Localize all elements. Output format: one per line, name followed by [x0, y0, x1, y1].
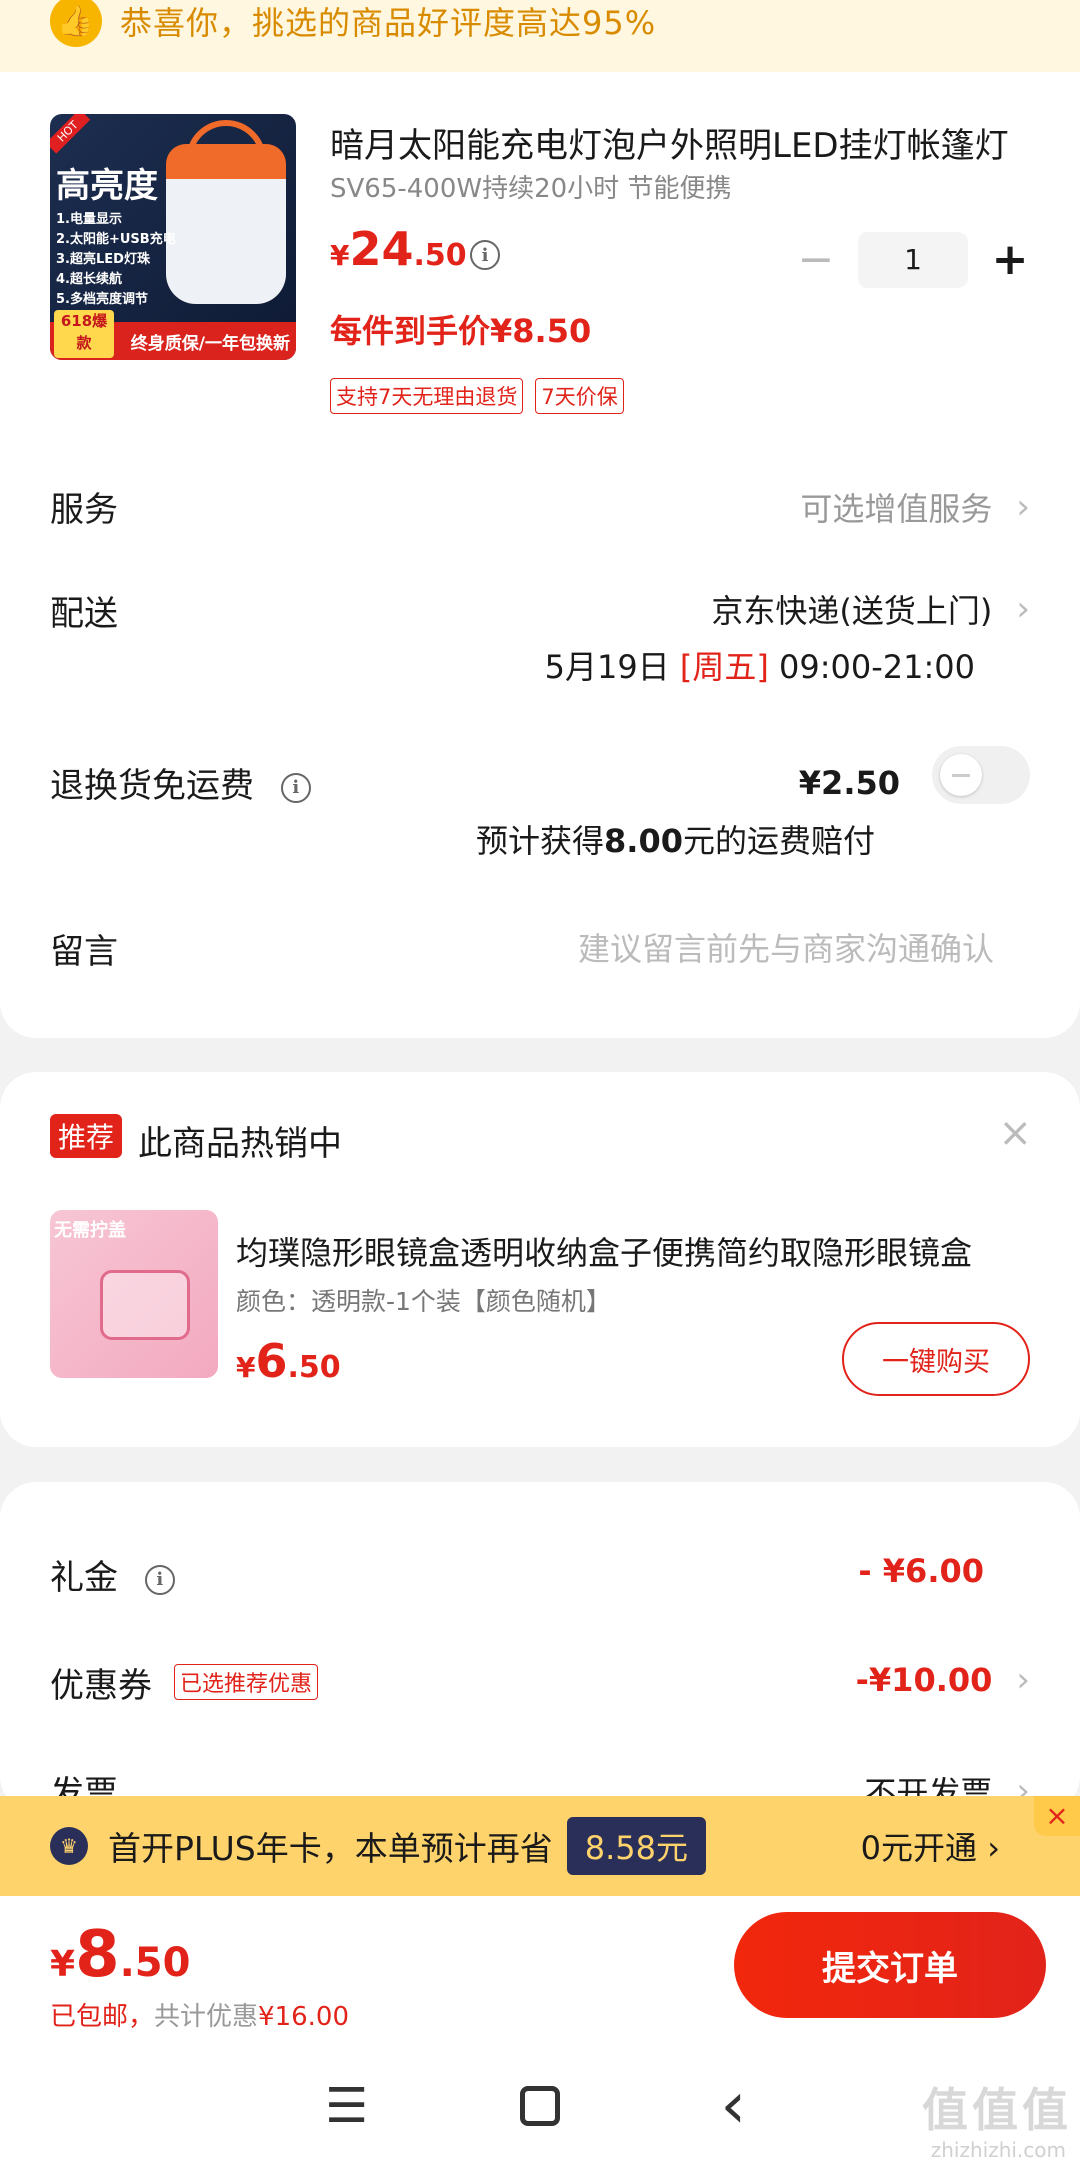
chevron-right-icon: ›	[1016, 589, 1030, 629]
gift-value: - ¥6.00	[858, 1552, 984, 1590]
watermark: 值值值	[922, 2083, 1072, 2137]
service-value: 可选增值服务	[800, 490, 993, 528]
coupon-row[interactable]: -¥10.00 ›	[856, 1660, 1030, 1700]
product-image-headline: 高亮度	[56, 166, 158, 206]
gift-label: 礼金 i	[50, 1550, 175, 1599]
recommend-product-name[interactable]: 均璞隐形眼镜盒透明收纳盒子便携简约取隐形眼镜盒	[236, 1228, 1036, 1274]
product-image[interactable]: HOT 高亮度 1.电量显示 2.太阳能+USB充电 3.超亮LED灯珠 4.超…	[50, 114, 296, 360]
order-item-card: HOT 高亮度 1.电量显示 2.太阳能+USB充电 3.超亮LED灯珠 4.超…	[0, 72, 1080, 1038]
coupon-tag: 已选推荐优惠	[174, 1664, 319, 1700]
recommend-card: 推荐 此商品热销中 × 无需拧盖 均璞隐形眼镜盒透明收纳盒子便携简约取隐形眼镜盒…	[0, 1072, 1080, 1447]
total-discount-note: 已包邮，共计优惠¥16.00	[50, 2002, 350, 2032]
return-badge: 支持7天无理由退货	[330, 378, 524, 414]
product-price: ¥ 24 .50	[330, 222, 467, 276]
each-price: 每件到手价¥8.50	[330, 312, 592, 350]
recommend-product-color: 颜色：透明款-1个装【颜色随机】	[236, 1287, 611, 1316]
quantity-input[interactable]: 1	[858, 232, 968, 288]
close-icon[interactable]: ×	[1034, 1796, 1080, 1836]
recommend-product-price: ¥ 6 .50	[236, 1334, 341, 1388]
close-icon[interactable]: ×	[998, 1110, 1032, 1156]
lamp-shape	[166, 144, 286, 304]
recommend-product-image[interactable]: 无需拧盖	[50, 1210, 218, 1378]
coupon-label: 优惠券	[50, 1666, 152, 1706]
chevron-right-icon: ›	[1016, 487, 1030, 527]
message-label: 留言	[50, 932, 118, 972]
free-return-note: 预计获得8.00元的运费赔付	[476, 822, 875, 860]
plus-save-amount: 8.58元	[566, 1817, 707, 1875]
product-spec[interactable]: SV65-400W持续20小时 节能便携	[330, 168, 731, 205]
plus-promo-text: 首开PLUS年卡，本单预计再省	[108, 1829, 553, 1868]
thumbs-up-icon: 👍	[50, 0, 102, 47]
product-image-features: 1.电量显示 2.太阳能+USB充电 3.超亮LED灯珠 4.超长续航 5.多档…	[56, 212, 176, 307]
delivery-label: 配送	[50, 594, 118, 634]
increase-button[interactable]: +	[990, 232, 1030, 288]
promo-618-tag: 618爆款	[54, 310, 114, 358]
free-return-label: 退换货免运费 i	[50, 758, 311, 807]
price-info-icon[interactable]: i	[470, 240, 500, 270]
praise-text: 恭喜你，挑选的商品好评度高达95%	[120, 4, 657, 42]
submit-order-button[interactable]: 提交订单	[734, 1912, 1046, 2018]
service-badges: 支持7天无理由退货 7天价保	[330, 378, 624, 414]
back-icon[interactable]: ‹	[693, 2069, 773, 2143]
watermark-url: zhizhizhi.com	[930, 2138, 1066, 2162]
info-icon[interactable]: i	[144, 1564, 175, 1595]
info-icon[interactable]: i	[280, 772, 311, 803]
service-row[interactable]: 可选增值服务 ›	[800, 484, 1030, 530]
system-navbar: ☰ ‹	[0, 2046, 1080, 2166]
checkout-footer: ¥ 8 .50 已包邮，共计优惠¥16.00 提交订单	[0, 1896, 1080, 2046]
delivery-row[interactable]: 京东快递(送货上门) ›	[711, 586, 1030, 632]
free-return-toggle[interactable]	[932, 746, 1030, 804]
plus-crown-icon: ♛	[50, 1827, 88, 1865]
price-protect-badge: 7天价保	[535, 378, 624, 414]
home-icon[interactable]	[519, 2086, 560, 2126]
recommend-title: 此商品热销中	[138, 1124, 342, 1164]
plus-promo-bar[interactable]: ♛ 首开PLUS年卡，本单预计再省 8.58元 0元开通 › ×	[0, 1796, 1080, 1896]
one-click-buy-button[interactable]: 一键购买	[842, 1322, 1030, 1396]
praise-banner: 👍 恭喜你，挑选的商品好评度高达95%	[0, 0, 1080, 72]
total-price: ¥ 8 .50	[50, 1918, 191, 1992]
decrease-button[interactable]: −	[796, 232, 836, 288]
discount-card: 礼金 i - ¥6.00 优惠券 已选推荐优惠 -¥10.00 › 发票 不开发…	[0, 1482, 1080, 1814]
plus-open-button[interactable]: 0元开通 ›	[861, 1823, 1000, 1869]
delivery-time[interactable]: 5月19日 [周五] 09:00-21:00	[545, 642, 975, 688]
hot-label: HOT	[50, 114, 90, 154]
recommend-tag: 推荐	[50, 1114, 123, 1158]
quantity-stepper: − 1 +	[796, 232, 1030, 288]
chevron-right-icon: ›	[1016, 1660, 1030, 1700]
free-return-price: ¥2.50	[798, 764, 900, 802]
coupon-value: -¥10.00	[855, 1661, 993, 1699]
service-label: 服务	[50, 490, 118, 530]
menu-icon[interactable]: ☰	[307, 2078, 387, 2134]
message-input[interactable]: 建议留言前先与商家沟通确认	[578, 924, 994, 970]
product-title[interactable]: 暗月太阳能充电灯泡户外照明LED挂灯帐篷灯	[330, 118, 1030, 167]
delivery-value: 京东快递(送货上门)	[711, 592, 993, 630]
